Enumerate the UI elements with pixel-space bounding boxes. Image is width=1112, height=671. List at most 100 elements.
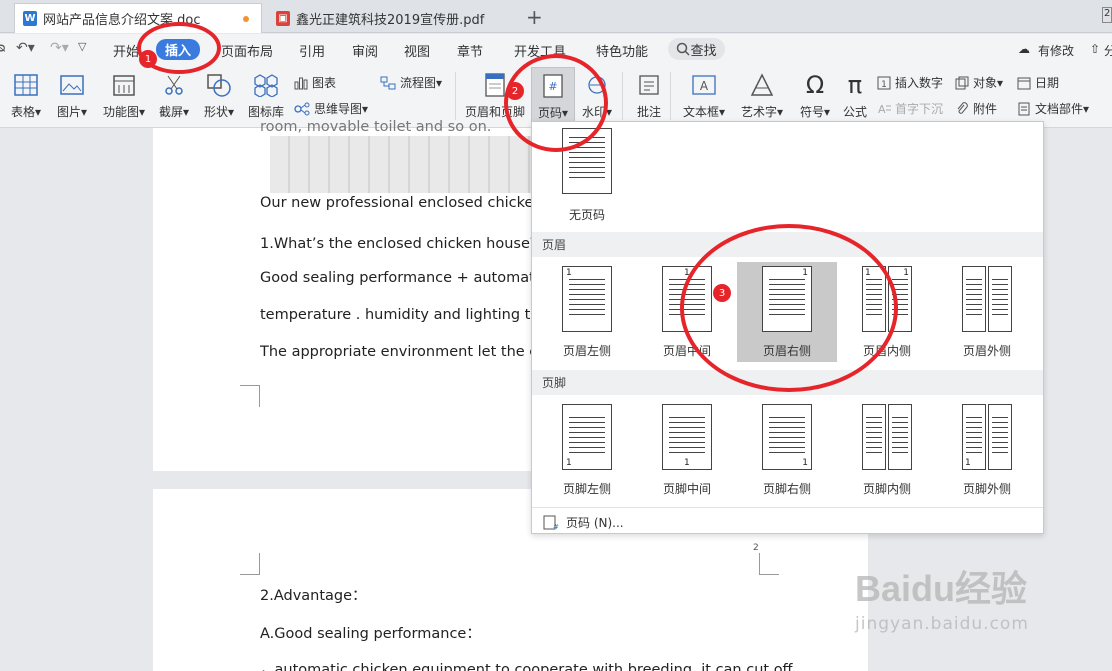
symbol-button[interactable]: Ω 符号▾ <box>796 70 834 120</box>
function-chart-button[interactable]: 功能图▾ <box>100 70 148 120</box>
section-header-label: 页眉 <box>532 232 1043 257</box>
search-box[interactable]: 查找 <box>668 38 725 60</box>
option-footer-outside[interactable]: 1 页脚外侧 <box>937 400 1037 500</box>
insert-number-button[interactable]: 1 插入数字 <box>877 74 943 91</box>
document-photo <box>270 136 570 193</box>
mindmap-icon <box>294 102 310 115</box>
separator <box>455 72 456 120</box>
window-control[interactable]: 2 <box>1102 7 1112 23</box>
doc-line: Our new professional enclosed chicken h <box>260 195 557 211</box>
attachment-label: 附件 <box>973 102 998 116</box>
page-thumb <box>988 266 1012 332</box>
magnifier-icon <box>677 42 691 56</box>
flowchart-label: 流程图 <box>400 76 437 90</box>
dropcap-label: 首字下沉 <box>895 102 944 116</box>
date-button[interactable]: 日期 <box>1017 74 1059 91</box>
doc-line: Good sealing performance + automatic <box>260 270 547 286</box>
page-number-button[interactable]: # 页码▾ <box>531 67 575 123</box>
annotation-badge-3: 3 <box>713 284 731 302</box>
modified-status[interactable]: 有修改 <box>1038 42 1074 59</box>
annotation-badge-1: 1 <box>139 50 157 68</box>
menu-view[interactable]: 视图 <box>404 41 430 60</box>
function-chart-icon <box>113 75 135 96</box>
page-thumb <box>862 404 886 470</box>
page-number-settings-item[interactable]: # 页码 (N)... <box>542 514 624 531</box>
tab-pdf[interactable]: ▣ 鑫光正建筑科技2019宣传册.pdf <box>268 3 513 33</box>
doc-parts-icon <box>1018 102 1030 115</box>
search-icon[interactable]: ᴓ <box>0 40 6 56</box>
header-footer-icon <box>485 73 505 97</box>
textbox-label: 文本框 <box>682 105 719 119</box>
watermark-button[interactable]: 水印▾ <box>580 70 614 120</box>
share-label[interactable]: 分 <box>1104 42 1112 59</box>
wordart-icon <box>750 73 774 96</box>
menu-page-layout[interactable]: 页面布局 <box>221 41 273 60</box>
page-thumb <box>962 266 986 332</box>
option-header-outside[interactable]: 页眉外侧 <box>937 262 1037 362</box>
textbox-button[interactable]: A 文本框▾ <box>680 70 728 120</box>
comment-button[interactable]: 批注 <box>632 70 666 120</box>
menu-references[interactable]: 引用 <box>299 41 325 60</box>
quick-access-more-icon[interactable]: ▽ <box>78 40 86 53</box>
menu-insert[interactable]: 插入 <box>156 39 201 60</box>
option-label: 页眉内侧 <box>862 344 911 358</box>
tab-doc[interactable]: W 网站产品信息介绍文案.doc <box>14 3 262 33</box>
menu-review[interactable]: 审阅 <box>352 41 378 60</box>
doc-line: The appropriate environment let the chi <box>260 344 551 360</box>
separator <box>670 72 671 120</box>
option-footer-right[interactable]: 1 页脚右侧 <box>737 400 837 500</box>
new-tab-button[interactable]: + <box>526 5 543 29</box>
doc-parts-label: 文档部件 <box>1035 102 1084 116</box>
option-label: 页眉中间 <box>662 344 711 358</box>
baidu-watermark: Baidu经验 jingyan.baidu.com <box>855 560 1029 634</box>
table-icon <box>14 74 38 96</box>
chart-button[interactable]: 图表 <box>294 74 336 91</box>
option-footer-inside[interactable]: 页脚内侧 <box>837 400 937 500</box>
paperclip-icon <box>957 101 968 114</box>
mindmap-button[interactable]: 思维导图 ▾ <box>294 100 368 117</box>
flowchart-button[interactable]: 流程图 ▾ <box>380 74 442 91</box>
undo-icon[interactable]: ↶▾ <box>16 40 35 56</box>
attachment-button[interactable]: 附件 <box>955 100 997 117</box>
page-thumb: 1 <box>762 404 812 470</box>
screenshot-button[interactable]: 截屏▾ <box>156 70 192 120</box>
page-thumb: 1 <box>762 266 812 332</box>
doc-line: A.Good sealing performance： <box>260 626 481 642</box>
option-no-page-number[interactable]: 无页码 <box>537 124 637 224</box>
page-thumb <box>888 404 912 470</box>
formula-button[interactable]: π 公式 <box>840 70 870 120</box>
shape-button[interactable]: 形状▾ <box>201 70 237 120</box>
option-label: 页脚外侧 <box>962 482 1011 496</box>
option-footer-left[interactable]: 1 页脚左侧 <box>537 400 637 500</box>
icon-library-label: 图标库 <box>247 105 284 119</box>
share-icon[interactable]: ⇧ <box>1090 42 1100 56</box>
icon-library-icon <box>254 74 278 97</box>
wordart-button[interactable]: 艺术字▾ <box>737 70 787 120</box>
shape-label: 形状 <box>203 105 228 119</box>
object-button[interactable]: 对象 ▾ <box>955 74 1003 91</box>
redo-icon[interactable]: ↷▾ <box>50 40 69 56</box>
unsaved-dot <box>243 16 249 22</box>
margin-corner <box>759 553 779 575</box>
menu-home[interactable]: 开始 <box>113 41 139 60</box>
menu-special[interactable]: 特色功能 <box>596 41 648 60</box>
picture-button[interactable]: 图片▾ <box>54 70 90 120</box>
option-header-left[interactable]: 1 页眉左侧 <box>537 262 637 362</box>
option-header-inside[interactable]: 1 1 页眉内侧 <box>837 262 937 362</box>
svg-text:A: A <box>878 103 886 116</box>
doc-parts-button[interactable]: 文档部件 ▾ <box>1017 100 1089 117</box>
menu-developer[interactable]: 开发工具 <box>514 41 566 60</box>
option-label: 页脚右侧 <box>762 482 811 496</box>
icon-library-button[interactable]: 图标库 <box>247 70 285 120</box>
wordart-label: 艺术字 <box>740 105 777 119</box>
option-header-right[interactable]: 1 页眉右侧 <box>737 262 837 362</box>
tab-label: 网站产品信息介绍文案.doc <box>43 13 201 28</box>
option-footer-center[interactable]: 1 页脚中间 <box>637 400 737 500</box>
page-thumb: 1 <box>662 266 712 332</box>
menu-section[interactable]: 章节 <box>457 41 483 60</box>
option-header-center[interactable]: 1 页眉中间 <box>637 262 737 362</box>
page-number-dropdown: 无页码 页眉 1 页眉左侧 1 页眉中间 1 页眉右侧 1 1 页眉内侧 页眉外… <box>531 121 1044 534</box>
table-button[interactable]: 表格▾ <box>8 70 44 120</box>
option-label: 页眉右侧 <box>762 344 811 358</box>
word-doc-icon: W <box>23 11 37 26</box>
